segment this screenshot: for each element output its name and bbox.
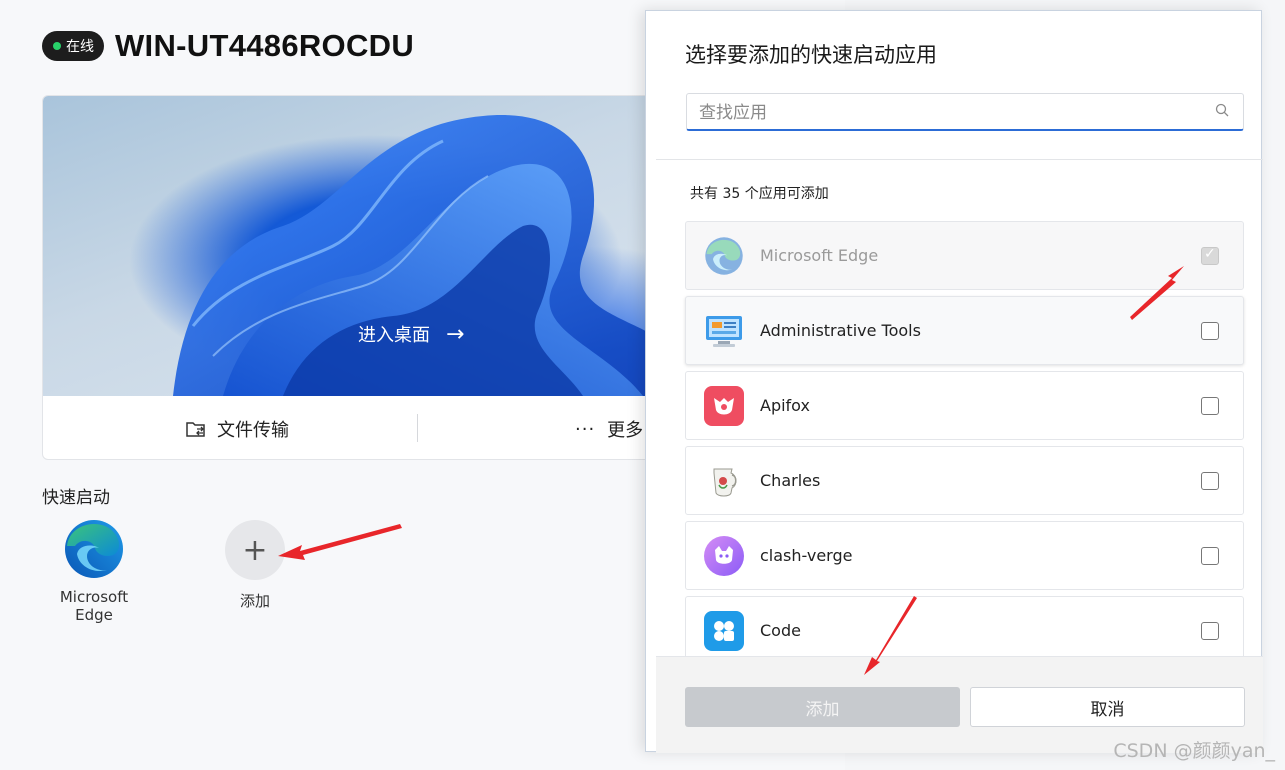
app-search-box[interactable] (686, 93, 1244, 131)
quick-launch-title: 快速启动 (42, 488, 110, 508)
file-transfer-label: 文件传输 (217, 420, 289, 441)
app-row-charles[interactable]: Charles (685, 446, 1244, 515)
more-dots-icon: ··· (575, 418, 596, 440)
windows-bloom-wallpaper-icon (173, 115, 681, 396)
app-name: clash-verge (760, 546, 853, 565)
edge-icon (65, 520, 123, 578)
search-divider (656, 159, 1263, 160)
arrow-right-icon: → (446, 321, 465, 347)
file-transfer-button[interactable]: 文件传输 (185, 416, 289, 442)
add-quick-launch-button[interactable]: + 添加 (222, 520, 288, 611)
app-checkbox[interactable] (1201, 472, 1219, 490)
watermark-text: CSDN @颜颜yan_ (1113, 740, 1275, 762)
online-dot-icon (53, 42, 61, 50)
vscode-icon (704, 611, 744, 651)
app-checkbox[interactable] (1201, 322, 1219, 340)
edge-icon (704, 236, 744, 276)
dialog-title: 选择要添加的快速启动应用 (685, 43, 937, 67)
online-status-badge: 在线 (42, 31, 104, 61)
quick-launch-item-edge[interactable]: Microsoft Edge (52, 518, 136, 624)
add-quick-launch-dialog: 选择要添加的快速启动应用 共有 35 个应用可添加 Microso (645, 10, 1263, 753)
quick-launch-item-label: Microsoft Edge (59, 588, 129, 624)
apifox-icon (704, 386, 744, 426)
app-row-apifox[interactable]: Apifox (685, 371, 1244, 440)
search-icon (1215, 103, 1229, 117)
desktop-card: 进入桌面 → 文件传输 ··· 更多 (42, 95, 682, 460)
plus-icon: + (225, 520, 285, 580)
app-name: Administrative Tools (760, 321, 921, 340)
more-label: 更多 (607, 420, 644, 441)
clash-verge-icon (704, 536, 744, 576)
desktop-card-actions: 文件传输 ··· 更多 (43, 396, 681, 459)
desktop-wallpaper-preview[interactable]: 进入桌面 → (43, 96, 681, 396)
app-name: Charles (760, 471, 821, 490)
app-row-code[interactable]: Code (685, 596, 1244, 656)
app-row-clash-verge[interactable]: clash-verge (685, 521, 1244, 590)
app-row-microsoft-edge: Microsoft Edge (685, 221, 1244, 290)
app-checkbox[interactable] (1201, 397, 1219, 415)
app-name: Code (760, 621, 801, 640)
app-checkbox (1201, 246, 1219, 265)
host-name-title: WIN-UT4486ROCDU (115, 28, 415, 63)
app-search-input[interactable] (699, 100, 1199, 126)
add-button[interactable]: 添加 (685, 687, 960, 727)
app-name: Microsoft Edge (760, 246, 879, 265)
app-checkbox[interactable] (1201, 622, 1219, 640)
enter-desktop-label: 进入桌面 (358, 325, 430, 346)
enter-desktop-link[interactable]: 进入桌面 → (358, 321, 464, 347)
admin-tools-icon (704, 311, 744, 351)
machine-header: 在线 WIN-UT4486ROCDU (42, 28, 414, 64)
online-status-label: 在线 (66, 39, 94, 55)
app-row-administrative-tools[interactable]: Administrative Tools (685, 296, 1244, 365)
add-quick-launch-label: 添加 (239, 592, 270, 610)
cancel-button[interactable]: 取消 (970, 687, 1245, 727)
more-button[interactable]: ··· 更多 (575, 416, 643, 442)
folder-transfer-icon (186, 422, 205, 437)
app-list: Microsoft Edge Ad (656, 216, 1263, 656)
app-checkbox[interactable] (1201, 547, 1219, 565)
available-app-count: 共有 35 个应用可添加 (690, 186, 829, 202)
charles-icon (704, 461, 744, 501)
app-name: Apifox (760, 396, 810, 415)
action-divider (417, 414, 418, 442)
